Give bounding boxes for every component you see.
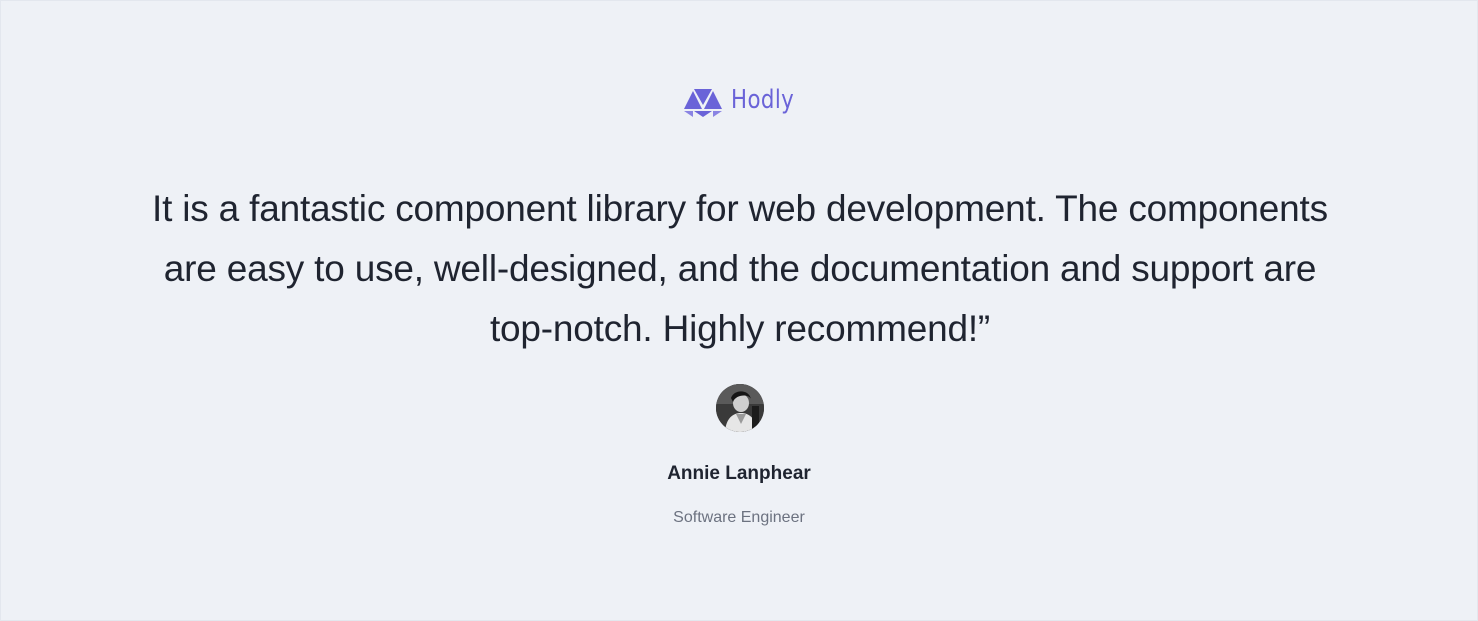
testimonial-section: Hodly It is a fantastic component librar… <box>0 0 1478 621</box>
triangle-mosaic-icon <box>684 89 722 117</box>
avatar <box>716 384 764 432</box>
author-name: Annie Lanphear <box>667 463 811 484</box>
avatar-photo <box>716 384 764 432</box>
testimonial-quote: It is a fantastic component library for … <box>152 188 1328 349</box>
brand-logo[interactable]: Hodly <box>1 85 1477 117</box>
author-role: Software Engineer <box>673 509 805 526</box>
brand-name: Hodly <box>731 85 795 115</box>
